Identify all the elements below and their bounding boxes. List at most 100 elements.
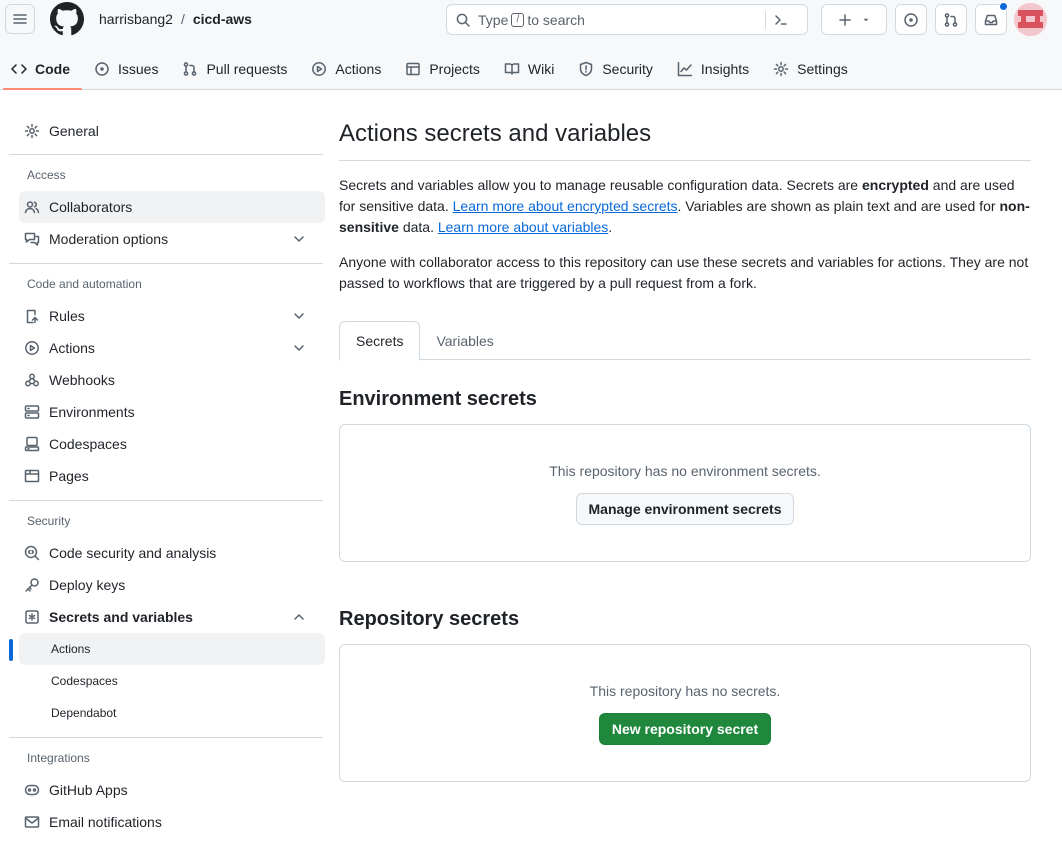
codespaces-icon [24,436,40,452]
sidebar-item-pages[interactable]: Pages [9,460,323,492]
triangle-down-icon [861,15,871,25]
chevron-down-icon [291,308,307,324]
sidebar-item-rules[interactable]: Rules [9,300,323,332]
key-icon [24,577,40,593]
sidebar-subitem-dependabot[interactable]: Dependabot [9,697,323,729]
create-new-button[interactable] [821,4,887,35]
sidebar-item-label: GitHub Apps [49,782,128,798]
sidebar-item-label: Environments [49,404,135,420]
sidebar-subitem-label: Codespaces [51,674,118,688]
app-header: harrisbang2 / cicd-aws Type / to search [0,0,1062,90]
sidebar-item-label: Code security and analysis [49,545,217,561]
tab-settings[interactable]: Settings [761,47,860,90]
github-logo-icon[interactable] [50,2,84,36]
tab-projects[interactable]: Projects [393,47,492,90]
plus-icon [837,12,853,28]
repo-link[interactable]: cicd-aws [193,11,252,27]
sidebar-subitem-codespaces[interactable]: Codespaces [9,665,323,697]
sidebar-item-label: Collaborators [49,199,133,215]
your-issues-button[interactable] [895,4,927,35]
sidebar-item-label: Webhooks [49,372,115,388]
avatar[interactable] [1014,3,1047,36]
tab-code-label: Code [35,60,70,77]
inbox-icon [983,12,999,28]
sidebar-item-github-apps[interactable]: GitHub Apps [9,774,323,806]
issue-opened-icon [903,12,919,28]
command-palette-icon[interactable] [773,12,789,28]
tab-insights-label: Insights [700,60,750,77]
unread-notification-dot [999,2,1008,11]
code-icon [11,61,27,77]
manage-environment-secrets-button[interactable]: Manage environment secrets [575,493,795,525]
key-asterisk-icon [24,609,40,625]
sidebar-item-actions[interactable]: Actions [9,332,323,364]
tab-code[interactable]: Code [0,47,82,90]
sidebar-item-codespaces[interactable]: Codespaces [9,428,323,460]
sidebar-divider [9,500,323,501]
sidebar-item-environments[interactable]: Environments [9,396,323,428]
tab-projects-label: Projects [429,60,480,77]
collaborator-note: Anyone with collaborator access to this … [339,254,1029,291]
repository-secrets-heading: Repository secrets [339,608,520,630]
tab-actions[interactable]: Actions [299,47,393,90]
desc-text: . Variables are shown as plain text and … [677,198,1000,214]
desc-bold-encrypted: encrypted [861,177,929,193]
breadcrumb-separator: / [180,11,185,27]
tab-wiki[interactable]: Wiki [492,47,566,90]
search-shortcut-key: / [511,13,525,27]
sidebar-item-collaborators[interactable]: Collaborators [19,191,325,223]
tab-security[interactable]: Security [566,47,665,90]
sidebar-item-code-security[interactable]: Code security and analysis [9,537,323,569]
repo-push-icon [24,308,40,324]
play-icon [311,61,327,77]
sidebar-divider [9,154,323,155]
environment-secrets-heading: Environment secrets [339,388,537,410]
tab-issues[interactable]: Issues [82,47,170,90]
sidebar-item-label: Secrets and variables [49,609,193,625]
global-bar: harrisbang2 / cicd-aws Type / to search [0,0,1062,40]
sidebar-item-general[interactable]: General [9,112,323,150]
codescan-icon [24,545,40,561]
tab-wiki-label: Wiki [527,60,555,77]
sidebar-item-moderation[interactable]: Moderation options [9,223,323,255]
table-icon [405,61,421,77]
sidebar-item-label: Rules [49,308,85,324]
tab-variables[interactable]: Variables [420,321,509,360]
sidebar-item-label: Deploy keys [49,577,126,593]
sidebar-divider [9,737,323,738]
play-icon [24,340,40,356]
learn-variables-link[interactable]: Learn more about variables [438,219,608,235]
graph-icon [677,61,693,77]
sidebar-subitem-label: Dependabot [51,706,117,720]
sidebar-item-deploy-keys[interactable]: Deploy keys [9,569,323,601]
your-pull-requests-button[interactable] [935,4,967,35]
sidebar-item-email-notifications[interactable]: Email notifications [9,806,323,838]
sidebar-subitem-label: Actions [51,642,91,656]
sidebar-item-secrets-variables[interactable]: Secrets and variables [9,601,323,633]
issue-icon [94,61,110,77]
learn-encrypted-secrets-link[interactable]: Learn more about encrypted secrets [453,198,678,214]
sidebar-heading-code-automation: Code and automation [27,277,142,291]
settings-main: Actions secrets and variables Secrets an… [339,112,1031,782]
search-divider [765,11,766,29]
sidebar-heading-access: Access [27,168,66,182]
tab-pull-requests-label: Pull requests [206,60,288,77]
desc-text: . [608,219,613,235]
repository-secrets-empty-text: This repository has no secrets. [589,683,781,699]
menu-button[interactable] [5,4,35,34]
new-repository-secret-button[interactable]: New repository secret [598,713,772,745]
description: Secrets and variables allow you to manag… [339,175,1031,238]
sidebar-subitem-actions[interactable]: Actions [9,633,325,665]
tab-secrets[interactable]: Secrets [339,321,421,361]
owner-link[interactable]: harrisbang2 [99,11,173,27]
page-title: Actions secrets and variables [339,120,652,147]
sidebar-item-webhooks[interactable]: Webhooks [9,364,323,396]
environment-secrets-box: This repository has no environment secre… [339,424,1031,562]
tab-settings-label: Settings [797,60,848,77]
breadcrumb: harrisbang2 / cicd-aws [99,11,252,27]
tab-pull-requests[interactable]: Pull requests [170,47,299,90]
search-input[interactable]: Type / to search [446,4,808,35]
browser-icon [24,468,40,484]
tab-insights[interactable]: Insights [665,47,761,90]
server-icon [24,404,40,420]
